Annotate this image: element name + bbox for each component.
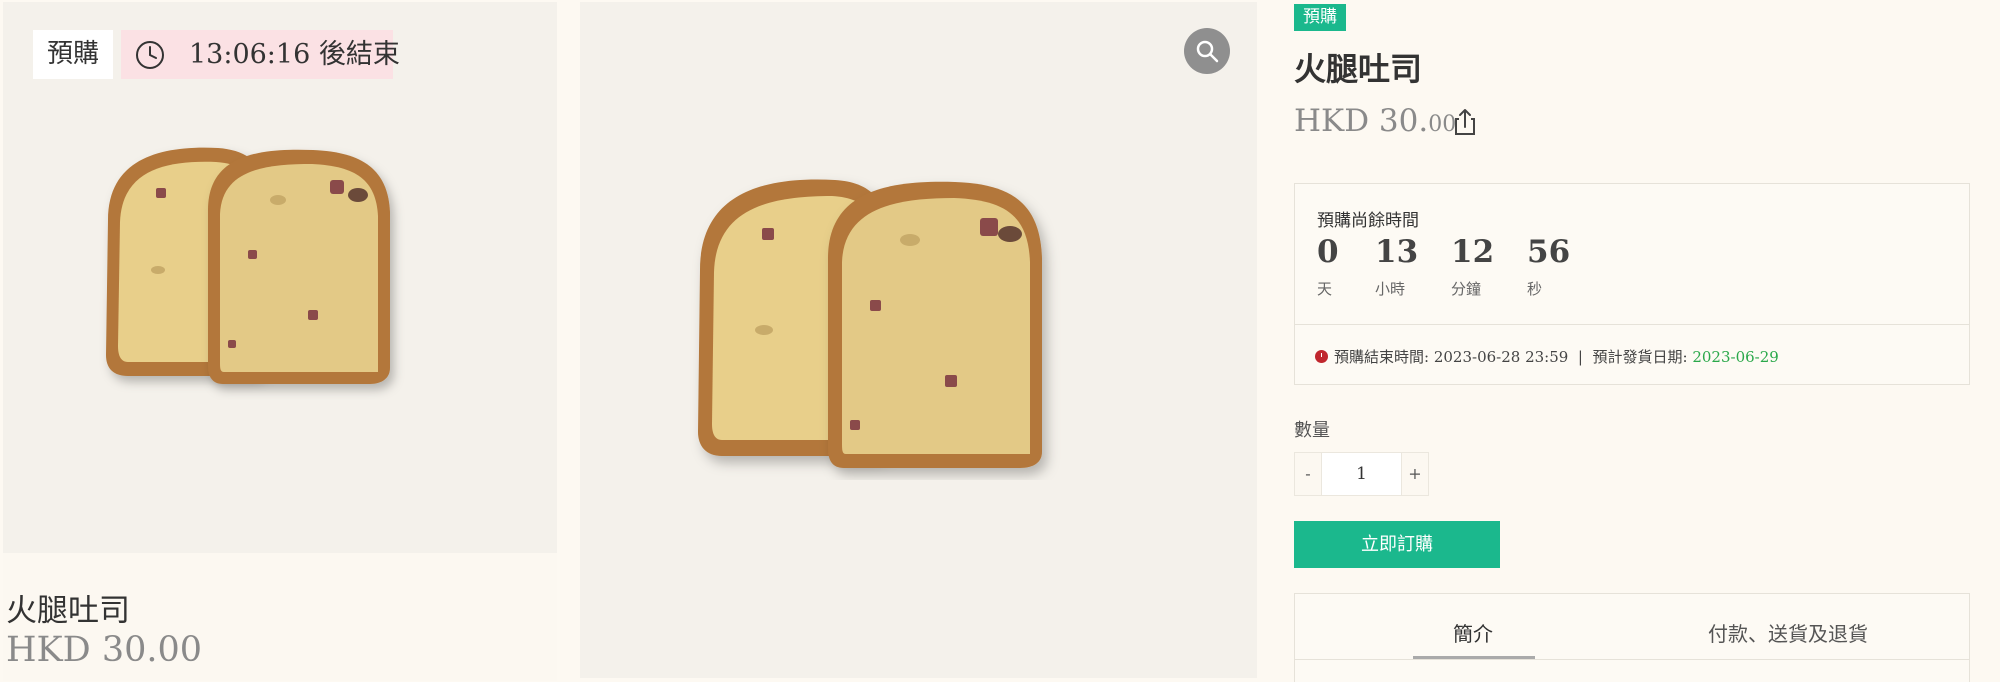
- preorder-countdown-box: 預購尚餘時間 0 天 13 小時 12 分鐘 56 秒 預購結束時間: 2023…: [1294, 183, 1970, 385]
- active-tab-indicator: [1413, 656, 1535, 659]
- tab-payment-shipping[interactable]: 付款、送貨及退貨: [1708, 618, 1868, 647]
- clock-dot-icon: [1315, 350, 1328, 363]
- countdown-label: 預購尚餘時間: [1317, 211, 1419, 231]
- product-card-price: HKD 30.00: [6, 630, 203, 670]
- countdown-text: 13:06:16 後結束: [189, 39, 400, 70]
- clock-icon: [136, 41, 164, 69]
- ship-date-label: 預計發貨日期:: [1592, 348, 1688, 366]
- product-price: HKD 30.00: [1294, 103, 1456, 139]
- bread-illustration: [106, 147, 390, 384]
- countdown-days: 0 天: [1317, 234, 1377, 299]
- product-card[interactable]: 預購 13:06:16 後結束 火腿吐司 HKD 30.00: [3, 2, 557, 681]
- quantity-decrease-button[interactable]: -: [1295, 453, 1321, 495]
- seconds-label: 秒: [1527, 280, 1543, 298]
- ship-date-value: 2023-06-29: [1692, 348, 1779, 366]
- end-time-value: 2023-06-28 23:59: [1433, 348, 1569, 366]
- product-card-name[interactable]: 火腿吐司: [6, 585, 130, 630]
- tab-intro[interactable]: 簡介: [1453, 618, 1493, 647]
- main-product-image[interactable]: [580, 2, 1257, 678]
- countdown-divider: [1295, 324, 1969, 325]
- product-info-tabs: 簡介 付款、送貨及退貨: [1294, 593, 1970, 682]
- order-now-button[interactable]: 立即訂購: [1294, 521, 1500, 568]
- minutes-label: 分鐘: [1451, 280, 1482, 298]
- preorder-tag: 預購: [1294, 4, 1346, 31]
- zoom-button[interactable]: [1184, 28, 1230, 74]
- countdown-seconds: 56 秒: [1527, 234, 1587, 299]
- price-cents: 00: [1428, 112, 1457, 137]
- share-icon[interactable]: [1453, 108, 1477, 136]
- hours-value: 13: [1375, 234, 1419, 270]
- search-icon: [1196, 40, 1219, 63]
- quantity-input[interactable]: 1: [1321, 453, 1402, 495]
- days-value: 0: [1317, 234, 1339, 270]
- minutes-value: 12: [1451, 234, 1495, 270]
- tabs-divider: [1295, 659, 1969, 660]
- countdown-hours: 13 小時: [1375, 234, 1435, 299]
- end-time-label: 預購結束時間:: [1334, 348, 1430, 366]
- countdown-info: 預購結束時間: 2023-06-28 23:59 | 預計發貨日期: 2023-…: [1315, 346, 1779, 367]
- countdown-badge: 13:06:16 後結束: [121, 30, 400, 79]
- preorder-badge: 預購: [33, 30, 114, 79]
- quantity-stepper: - 1 +: [1294, 452, 1429, 496]
- info-separator: |: [1577, 348, 1583, 366]
- hours-label: 小時: [1375, 280, 1406, 298]
- bread-photo: [698, 179, 1042, 468]
- quantity-label: 數量: [1294, 420, 1330, 441]
- product-card-image[interactable]: 預購 13:06:16 後結束: [3, 2, 557, 553]
- countdown-minutes: 12 分鐘: [1451, 234, 1511, 299]
- days-label: 天: [1317, 280, 1333, 298]
- seconds-value: 56: [1527, 234, 1571, 270]
- product-title: 火腿吐司: [1294, 50, 1423, 88]
- quantity-increase-button[interactable]: +: [1402, 453, 1428, 495]
- price-main: HKD 30.: [1294, 103, 1429, 139]
